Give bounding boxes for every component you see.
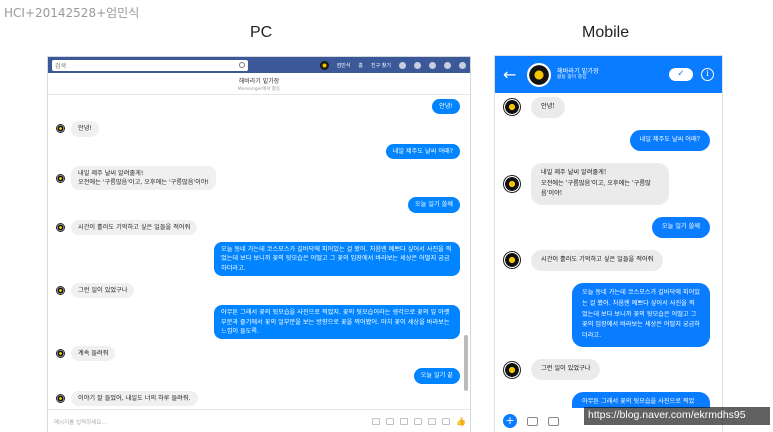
chat-avatar[interactable] bbox=[527, 62, 551, 87]
message-bubble: 안녕! bbox=[432, 99, 460, 115]
message-row: 시간이 흘러도 기억하고 싶은 일들을 적어줘 bbox=[503, 250, 710, 271]
message-row: 오늘 동네 가는데 코스모스가 길바닥에 피어있는 걸 봤어. 처음엔 예쁘다 … bbox=[503, 282, 710, 348]
like-icon[interactable]: 👍 bbox=[456, 418, 466, 426]
message-row: 그런 일이 있었구나 bbox=[503, 359, 710, 380]
message-row: 내일 제주도 날씨 어때? bbox=[56, 143, 460, 159]
message-row: 아무튼 그래서 꽃의 뒷모습을 사진으로 찍었지. 꽃의 뒷모습이라는 생각으로… bbox=[56, 305, 460, 340]
gallery-icon[interactable] bbox=[548, 416, 559, 426]
message-bubble: 오늘 일기 쓸께 bbox=[651, 217, 710, 239]
facebook-top-bar: 검색 엄민식 홈 친구 찾기 bbox=[48, 57, 470, 73]
nav-user-name[interactable]: 엄민식 bbox=[337, 62, 351, 69]
bot-avatar bbox=[56, 286, 65, 296]
pc-message-list[interactable]: 안녕! 안녕! 내일 제주도 날씨 어때? 내일 제주 날씨 알려줄게! 오전에… bbox=[48, 95, 470, 407]
bot-avatar bbox=[56, 222, 65, 232]
message-row: 이야기 잘 들었어, 내일도 너의 하루 들려줘. bbox=[56, 390, 460, 407]
message-row: 내일 제주 날씨 알려줄게! 오전에는 '구름많음'이고, 오후에는 '구름많음… bbox=[56, 165, 460, 191]
message-bubble: 오늘 동네 가는데 코스모스가 길바닥에 피어있는 걸 봤어. 처음엔 예쁘다 … bbox=[572, 282, 710, 348]
bot-avatar bbox=[56, 173, 65, 183]
message-row: 안녕! bbox=[56, 99, 460, 115]
message-bubble: 오늘 동네 가는데 코스모스가 길바닥에 피어있는 걸 봤어. 처음엔 예쁘다 … bbox=[214, 242, 460, 276]
message-row: 안녕! bbox=[503, 97, 710, 118]
check-toggle-icon[interactable]: ✓ bbox=[669, 68, 693, 81]
blog-url-watermark: https://blog.naver.com/ekrmdhs95 bbox=[584, 407, 770, 425]
message-row: 내일 제주 날씨 알려줄게! 오전에는 '구름많음'이고, 오후에는 '구름많음… bbox=[503, 162, 710, 206]
message-bubble: 아무튼 그래서 꽃의 뒷모습을 사진으로 찍었지. 꽃의 뒷모습이라는 생각으로… bbox=[214, 305, 460, 340]
mobile-chat-status: 활동 중이 중입 bbox=[557, 75, 587, 81]
message-row: 오늘 일기 끝 bbox=[56, 368, 460, 384]
camera-icon[interactable] bbox=[527, 416, 538, 426]
photo-icon[interactable] bbox=[386, 418, 394, 425]
message-bubble: 안녕! bbox=[71, 121, 99, 137]
camera-icon[interactable] bbox=[428, 418, 436, 425]
compose-tools: 👍 bbox=[372, 418, 466, 426]
slide-title: HCI+20142528+엄민식 bbox=[4, 6, 140, 20]
gif-icon[interactable] bbox=[400, 418, 408, 425]
mobile-message-list[interactable]: 안녕! 내일 제주도 날씨 어때? 내일 제주 날씨 알려줄게! 오전에는 '구… bbox=[495, 93, 722, 432]
notifications-icon[interactable] bbox=[429, 61, 436, 69]
bot-avatar bbox=[56, 393, 65, 403]
user-avatar[interactable] bbox=[319, 60, 329, 70]
message-bubble: 내일 제주도 날씨 어때? bbox=[385, 143, 460, 159]
chat-header: 해바라기 밑가장 Messenger에서 활동 bbox=[48, 73, 470, 95]
back-arrow-icon[interactable]: ← bbox=[503, 65, 527, 84]
message-bubble: 계속 들려줘 bbox=[71, 346, 116, 362]
help-icon[interactable] bbox=[444, 61, 451, 69]
bot-avatar bbox=[503, 98, 521, 117]
message-bubble: 오늘 일기 쓸께 bbox=[407, 197, 460, 213]
message-row: 계속 들려줘 bbox=[56, 346, 460, 362]
message-row: 시간이 흘러도 기억하고 싶은 일들을 적어줘 bbox=[56, 219, 460, 236]
pc-heading: PC bbox=[250, 24, 273, 41]
chat-status: Messenger에서 활동 bbox=[237, 87, 281, 92]
search-input[interactable]: 검색 bbox=[52, 59, 248, 71]
message-bubble: 시간이 흘러도 기억하고 싶은 일들을 적어줘 bbox=[71, 219, 198, 236]
nav-home[interactable]: 홈 bbox=[358, 62, 363, 69]
info-icon[interactable]: i bbox=[701, 68, 714, 81]
bot-avatar bbox=[503, 251, 521, 270]
message-bubble: 오늘 일기 끝 bbox=[413, 368, 460, 384]
mobile-messenger-screen: ← 해바라기 밑가장 활동 중이 중입 ✓ i 안녕! 내일 제주도 날씨 어때… bbox=[494, 55, 723, 432]
chat-name: 해바라기 밑가장 bbox=[238, 78, 280, 85]
message-bubble: 그런 일이 있었구나 bbox=[71, 282, 135, 299]
sticker-icon[interactable] bbox=[372, 418, 380, 425]
compose-bar: 메시지를 입력하세요... 👍 bbox=[48, 409, 470, 432]
friend-requests-icon[interactable] bbox=[399, 61, 406, 69]
scrollbar-thumb[interactable] bbox=[464, 335, 468, 391]
message-bubble: 안녕! bbox=[531, 97, 565, 118]
attachment-icon[interactable] bbox=[442, 418, 450, 425]
message-row: 오늘 동네 가는데 코스모스가 길바닥에 피어있는 걸 봤어. 처음엔 예쁘다 … bbox=[56, 242, 460, 276]
plus-icon[interactable]: + bbox=[503, 414, 517, 428]
message-bubble: 내일 제주도 날씨 어때? bbox=[629, 129, 710, 151]
mobile-heading: Mobile bbox=[582, 24, 630, 41]
message-bubble: 내일 제주 날씨 알려줄게! 오전에는 '구름많음'이고, 오후에는 '구름많음… bbox=[71, 165, 217, 191]
emoji-icon[interactable] bbox=[414, 418, 422, 425]
message-bubble: 시간이 흘러도 기억하고 싶은 일들을 적어줘 bbox=[531, 250, 664, 271]
message-bubble: 이야기 잘 들었어, 내일도 너의 하루 들려줘. bbox=[71, 390, 198, 407]
mobile-top-bar: ← 해바라기 밑가장 활동 중이 중입 ✓ i bbox=[495, 56, 722, 93]
pc-messenger-window: 검색 엄민식 홈 친구 찾기 해바라기 밑가장 Messenger에서 활동 안… bbox=[47, 56, 471, 432]
facebook-nav: 엄민식 홈 친구 찾기 bbox=[319, 60, 466, 70]
message-row: 내일 제주도 날씨 어때? bbox=[503, 129, 710, 151]
nav-find-friends[interactable]: 친구 찾기 bbox=[371, 62, 391, 69]
message-row: 그런 일이 있었구나 bbox=[56, 282, 460, 299]
bot-avatar bbox=[56, 349, 65, 359]
message-input[interactable]: 메시지를 입력하세요... bbox=[54, 418, 372, 426]
bot-avatar bbox=[503, 360, 521, 379]
message-row: 오늘 일기 쓸께 bbox=[503, 217, 710, 239]
account-menu-icon[interactable] bbox=[459, 61, 466, 69]
mobile-chat-titles: 해바라기 밑가장 활동 중이 중입 bbox=[557, 68, 599, 81]
mobile-bar-actions: ✓ i bbox=[669, 68, 714, 81]
message-bubble: 내일 제주 날씨 알려줄게! 오전에는 '구름많음'이고, 오후에는 '구름많음… bbox=[531, 162, 669, 206]
search-icon[interactable] bbox=[239, 62, 245, 68]
message-row: 오늘 일기 쓸께 bbox=[56, 197, 460, 213]
bot-avatar bbox=[56, 124, 65, 134]
message-row: 안녕! bbox=[56, 121, 460, 137]
search-placeholder: 검색 bbox=[55, 62, 67, 70]
bot-avatar bbox=[503, 174, 521, 193]
message-bubble: 그런 일이 있었구나 bbox=[531, 359, 601, 380]
messages-icon[interactable] bbox=[414, 61, 421, 69]
